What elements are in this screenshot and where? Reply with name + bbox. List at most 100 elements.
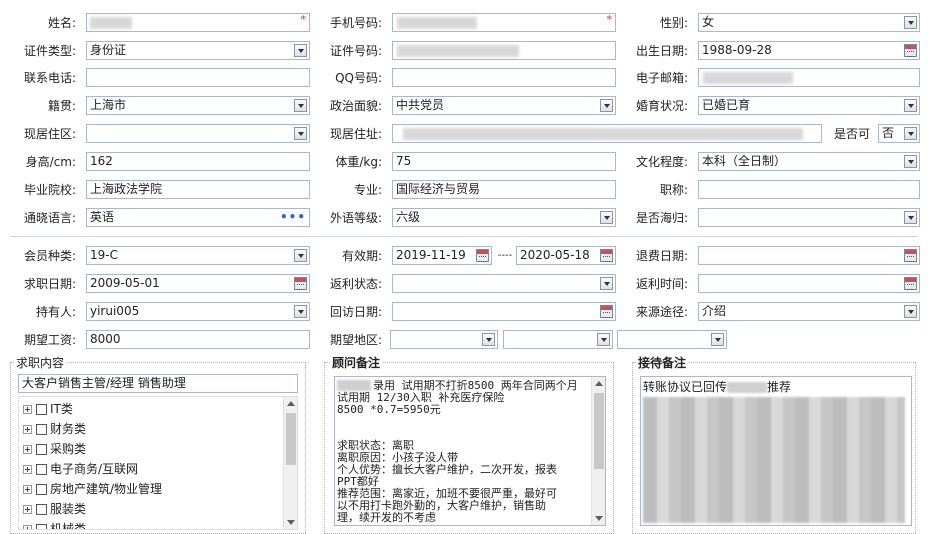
calendar-icon[interactable] — [600, 305, 613, 318]
rebate-status-select[interactable] — [392, 274, 616, 293]
checkbox[interactable] — [36, 524, 47, 529]
education-select[interactable]: 本科（全日制） — [698, 152, 920, 171]
area-district-select[interactable] — [617, 330, 727, 349]
expand-icon[interactable] — [23, 425, 32, 434]
calendar-icon[interactable] — [600, 249, 613, 262]
mobile-label: 手机号码: — [329, 16, 382, 30]
hometown-select[interactable]: 上海市 — [86, 96, 310, 115]
rebate-time-field[interactable] — [698, 274, 920, 293]
chevron-down-icon[interactable] — [711, 333, 724, 346]
chevron-down-icon[interactable] — [904, 305, 917, 318]
tree-item[interactable]: 服装类 — [23, 499, 86, 519]
expand-icon[interactable] — [23, 405, 32, 414]
validity-label: 有效期: — [341, 249, 382, 263]
chevron-down-icon[interactable] — [904, 16, 917, 29]
salary-field[interactable]: 8000 — [86, 330, 310, 349]
major-field[interactable]: 国际经济与贸易 — [392, 180, 616, 199]
tree-item[interactable]: 采购类 — [23, 439, 86, 459]
scroll-up-icon[interactable] — [287, 401, 295, 406]
chevron-down-icon[interactable] — [904, 127, 917, 140]
source-select[interactable]: 介绍 — [698, 302, 920, 321]
chevron-down-icon[interactable] — [294, 305, 307, 318]
valid-from-field[interactable]: 2019-11-19 — [392, 246, 492, 265]
calendar-icon[interactable] — [904, 249, 917, 262]
qq-field[interactable] — [392, 68, 616, 87]
calendar-icon[interactable] — [476, 249, 489, 262]
id-no-field[interactable] — [392, 41, 616, 60]
id-type-select[interactable]: 身份证 — [86, 41, 310, 60]
chevron-down-icon[interactable] — [904, 211, 917, 224]
phone-field[interactable] — [86, 68, 310, 87]
political-select[interactable]: 中共党员 — [392, 96, 616, 115]
chevron-down-icon[interactable] — [482, 333, 495, 346]
chevron-down-icon[interactable] — [600, 277, 613, 290]
valid-to-field[interactable]: 2020-05-18 — [516, 246, 616, 265]
overseas-select[interactable] — [698, 208, 920, 227]
tree-item[interactable]: IT类 — [23, 399, 73, 419]
checkbox[interactable] — [36, 404, 47, 415]
calendar-icon[interactable] — [904, 277, 917, 290]
member-type-select[interactable]: 19-C — [86, 246, 310, 265]
checkbox[interactable] — [36, 484, 47, 495]
chevron-down-icon[interactable] — [294, 99, 307, 112]
tree-item[interactable]: 房地产建筑/物业管理 — [23, 479, 162, 499]
expand-icon[interactable] — [23, 525, 32, 529]
gender-select[interactable]: 女 — [698, 13, 920, 32]
chevron-down-icon[interactable] — [600, 99, 613, 112]
calendar-icon[interactable] — [904, 44, 917, 57]
notes-scrollbar[interactable] — [591, 377, 605, 525]
calendar-icon[interactable] — [294, 277, 307, 290]
expand-icon[interactable] — [23, 465, 32, 474]
checkbox[interactable] — [36, 444, 47, 455]
tree-item[interactable]: 电子商务/互联网 — [23, 459, 138, 479]
tree-item[interactable]: 机械类 — [23, 519, 86, 529]
area-province-select[interactable] — [390, 330, 498, 349]
expand-icon[interactable] — [23, 505, 32, 514]
chevron-down-icon[interactable] — [904, 99, 917, 112]
chevron-down-icon[interactable] — [597, 333, 610, 346]
name-field[interactable]: * — [86, 13, 310, 32]
advisor-notes-textarea[interactable]: 录用 试用期不打折8500 两年合同两个月 试用期 12/30入职 补充医疗保险… — [334, 376, 606, 526]
scroll-up-icon[interactable] — [595, 381, 603, 386]
scroll-down-icon[interactable] — [287, 520, 295, 525]
can-it-select[interactable]: 否 — [878, 124, 920, 143]
lang-level-select[interactable]: 六级 — [392, 208, 616, 227]
area-city-select[interactable] — [503, 330, 613, 349]
apply-date-field[interactable]: 2009-05-01 — [86, 274, 310, 293]
email-field[interactable] — [698, 68, 920, 87]
overseas-label: 是否海归: — [635, 211, 688, 225]
expand-icon[interactable] — [23, 445, 32, 454]
marital-select[interactable]: 已婚已育 — [698, 96, 920, 115]
checkbox[interactable] — [36, 504, 47, 515]
scroll-down-icon[interactable] — [595, 516, 603, 521]
checkbox[interactable] — [36, 424, 47, 435]
holder-select[interactable]: yirui005 — [86, 302, 310, 321]
chevron-down-icon[interactable] — [294, 127, 307, 140]
can-it-label: 是否可 — [834, 127, 871, 141]
checkbox[interactable] — [36, 464, 47, 475]
tree-item[interactable]: 财务类 — [23, 419, 86, 439]
residence-addr-field[interactable] — [392, 124, 822, 143]
weight-field[interactable]: 75 — [392, 152, 616, 171]
refund-date-field[interactable] — [698, 246, 920, 265]
job-content-field[interactable]: 大客户销售主管/经理 销售助理 — [18, 374, 298, 393]
scroll-thumb[interactable] — [286, 413, 296, 465]
tree-scrollbar[interactable] — [283, 397, 297, 529]
chevron-down-icon[interactable] — [904, 155, 917, 168]
scroll-thumb[interactable] — [594, 393, 604, 469]
chevron-down-icon[interactable] — [294, 44, 307, 57]
reception-notes-textarea[interactable]: 转账协议已回传 推荐 — [640, 376, 912, 526]
height-field[interactable]: 162 — [86, 152, 310, 171]
tree-item-label: 房地产建筑/物业管理 — [50, 482, 163, 496]
chevron-down-icon[interactable] — [600, 211, 613, 224]
school-field[interactable]: 上海政法学院 — [86, 180, 310, 199]
chevron-down-icon[interactable] — [294, 249, 307, 262]
visit-date-field[interactable] — [392, 302, 616, 321]
residence-area-select[interactable] — [86, 124, 310, 143]
more-options-icon[interactable]: ••• — [280, 209, 306, 226]
title-field[interactable] — [698, 180, 920, 199]
expand-icon[interactable] — [23, 485, 32, 494]
mobile-field[interactable]: * — [392, 13, 616, 32]
languages-field[interactable]: 英语 ••• — [86, 208, 310, 227]
birth-date-field[interactable]: 1988-09-28 — [698, 41, 920, 60]
